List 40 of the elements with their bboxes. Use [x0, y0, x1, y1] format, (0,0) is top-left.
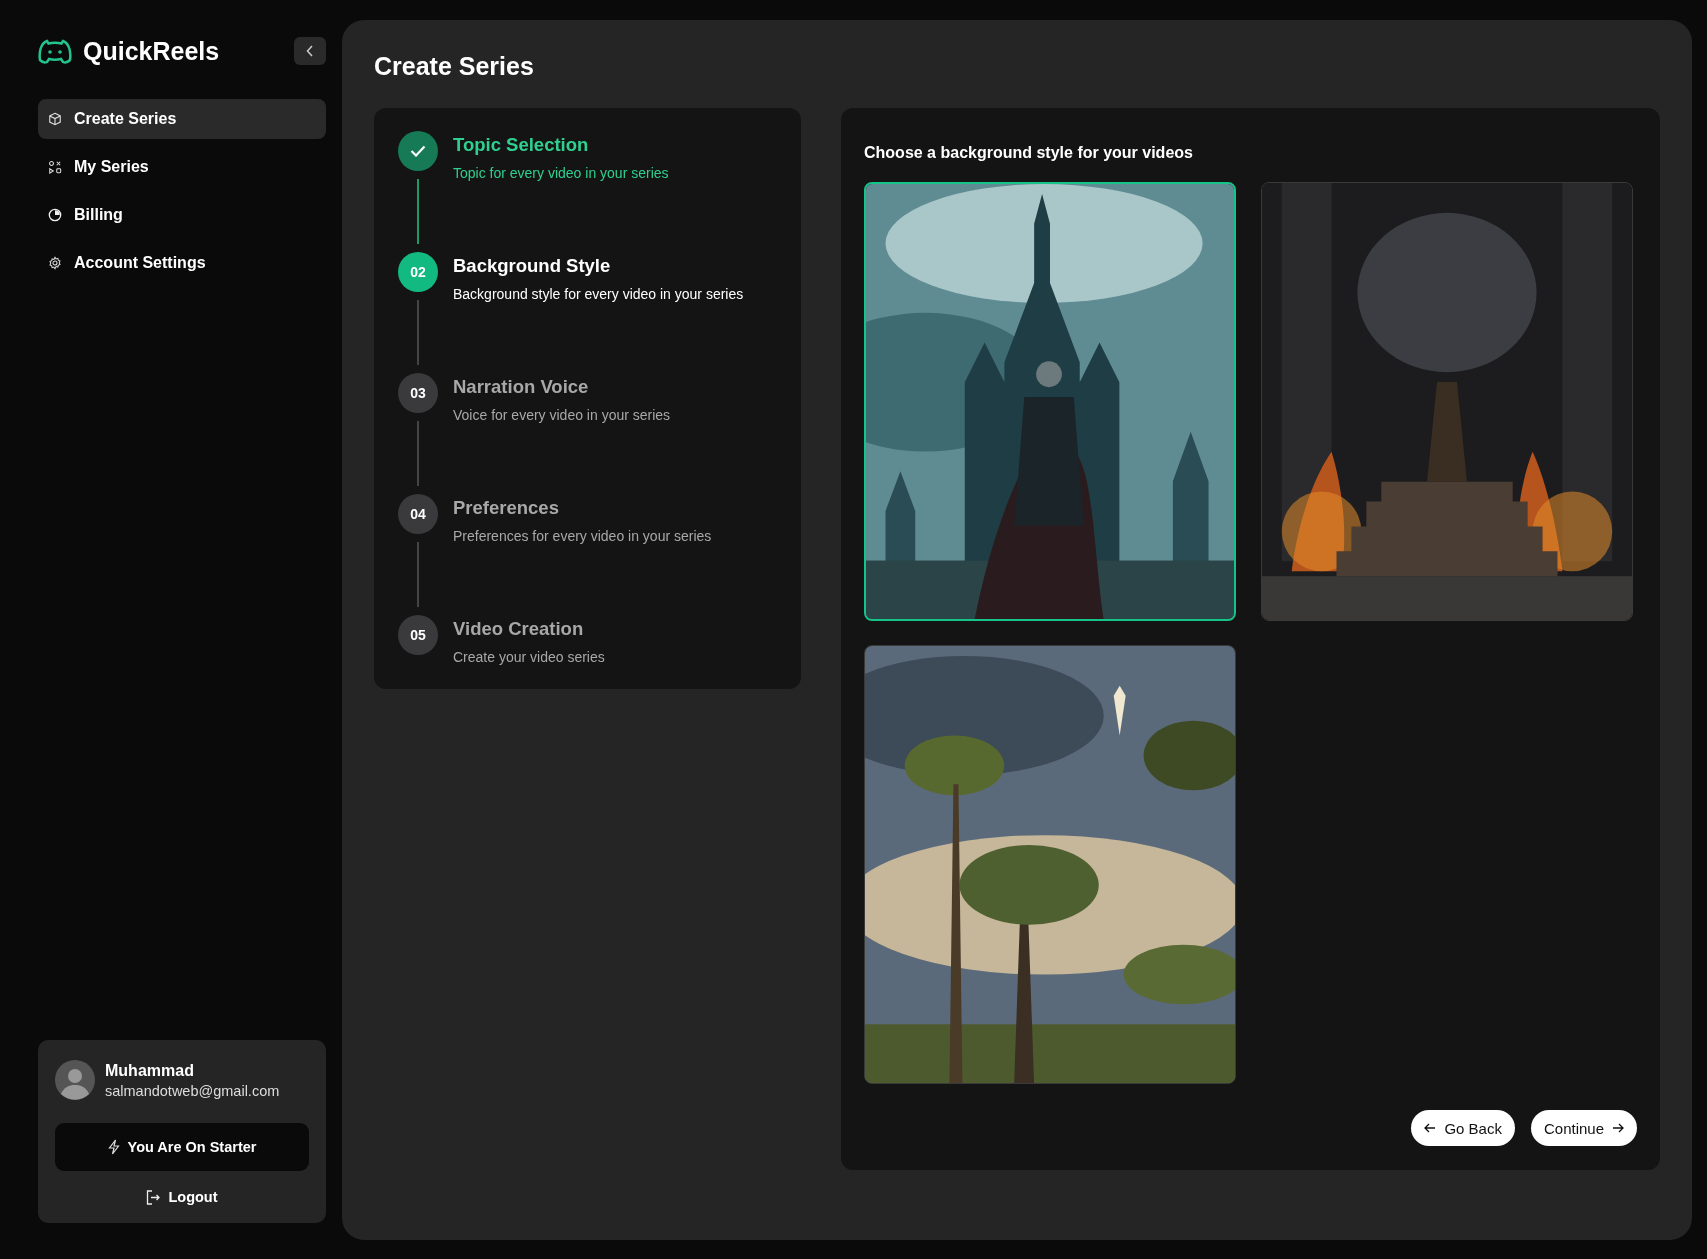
logout-icon: [146, 1189, 161, 1205]
section-heading: Choose a background style for your videos: [864, 144, 1194, 162]
gamepad-icon: [38, 38, 72, 64]
step-title: Preferences: [453, 497, 560, 519]
arrow-left-icon: [1424, 1123, 1437, 1133]
step-title: Video Creation: [453, 618, 585, 640]
settings-icon: [48, 256, 62, 270]
logout-link[interactable]: Logout: [146, 1189, 218, 1205]
step-description: Preferences for every video in your series: [453, 528, 712, 544]
step-description: Background style for every video in your series: [453, 286, 744, 302]
sidebar-item[interactable]: Account Settings: [38, 243, 326, 283]
page-title: Create Series: [374, 52, 535, 81]
step-number: 04: [398, 494, 438, 534]
shapes-icon: [48, 160, 62, 174]
sidebar-item[interactable]: Billing: [38, 195, 326, 235]
continue-button[interactable]: Continue: [1530, 1110, 1637, 1146]
chevron-left-icon: [306, 45, 314, 57]
cube-icon: [48, 112, 62, 126]
step-description: Voice for every video in your series: [453, 407, 671, 423]
go-back-button[interactable]: Go Back: [1411, 1110, 1515, 1146]
step-title: Background Style: [453, 255, 612, 277]
sidebar-item[interactable]: Create Series: [38, 99, 326, 139]
step-title: Topic Selection: [453, 134, 590, 156]
app-logo-text: QuickReels: [83, 36, 220, 66]
step-number: 03: [398, 373, 438, 413]
arrow-right-icon: [1612, 1123, 1624, 1133]
user-name: Muhammad: [105, 1061, 195, 1080]
user-email: salmandotweb@gmail.com: [105, 1082, 280, 1099]
sidebar-item[interactable]: My Series: [38, 147, 326, 187]
step-description: Create your video series: [453, 649, 605, 665]
lightning-icon: [107, 1139, 120, 1155]
checkmark-icon: [410, 145, 426, 157]
plan-button[interactable]: You Are On Starter: [55, 1123, 309, 1171]
step-number: 02: [398, 252, 438, 292]
pie-chart-icon: [48, 208, 62, 222]
avatar: [55, 1060, 95, 1100]
step-number: 05: [398, 615, 438, 655]
step-title: Narration Voice: [453, 376, 590, 398]
collapse-sidebar-button[interactable]: [294, 37, 326, 65]
step-description: Topic for every video in your series: [453, 165, 669, 181]
